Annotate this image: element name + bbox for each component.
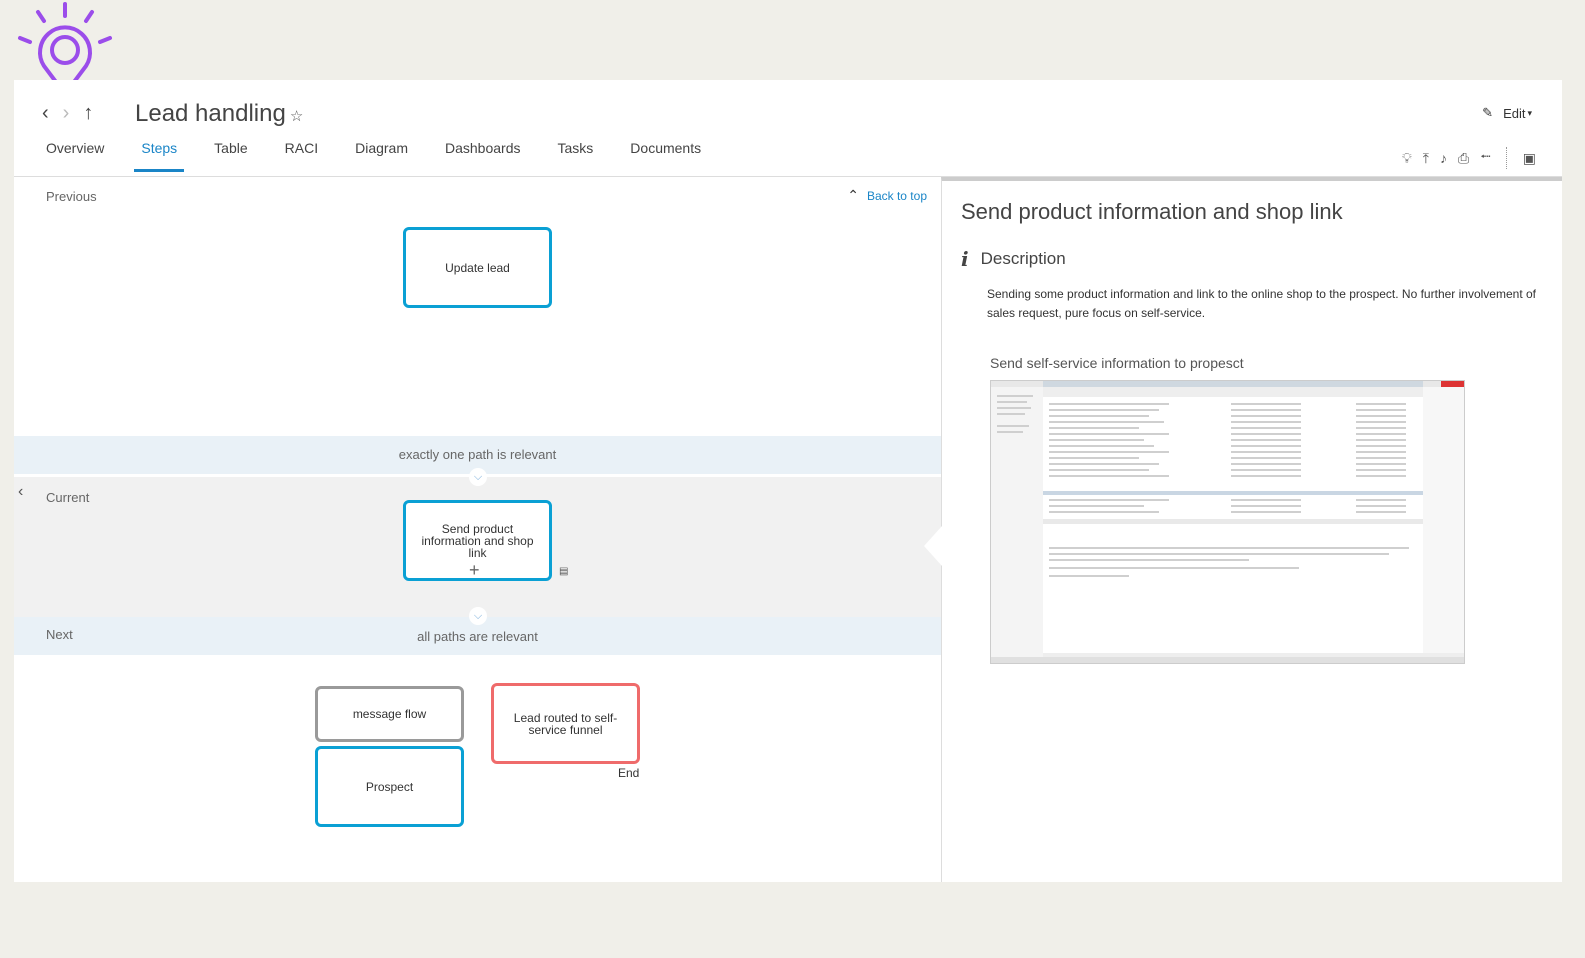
toolbar: 💡︎ ⤒ ♪ ⎙ ⭪ ▣	[1402, 146, 1536, 170]
chevron-up-icon: ⌃	[847, 187, 859, 203]
page-title-text: Lead handling	[135, 100, 286, 127]
collapse-left-icon[interactable]: ‹	[18, 483, 23, 501]
step-details-panel: Send product information and shop link i…	[924, 177, 1562, 882]
tab-table[interactable]: Table	[214, 140, 247, 172]
tab-dashboards[interactable]: Dashboards	[445, 140, 521, 172]
steps-panel: Previous ⌃ Back to top Update lead exactl…	[14, 177, 941, 882]
previous-step-label: Update lead	[445, 260, 510, 275]
edit-menu[interactable]: ✎ Edit ▾	[1482, 105, 1532, 121]
lightbulb-icon[interactable]: 💡︎	[1402, 150, 1412, 167]
detail-title: Send product information and shop link	[961, 199, 1343, 224]
history-navigation: ‹ › ↑	[42, 102, 93, 125]
end-event-box[interactable]: Lead routed to self-service funnel	[491, 683, 640, 764]
prospect-label: Prospect	[365, 779, 414, 794]
previous-step-box[interactable]: Update lead	[403, 227, 552, 308]
end-event-label: Lead routed to self-service funnel	[513, 710, 618, 737]
tab-overview[interactable]: Overview	[46, 140, 104, 172]
upload-icon[interactable]: ⤒	[1423, 150, 1429, 167]
description-text: Sending some product information and lin…	[987, 287, 1536, 320]
info-icon: i	[961, 247, 969, 271]
previous-label: Previous	[46, 189, 97, 204]
tab-bar: Overview Steps Table RACI Diagram Dashboards T…	[46, 140, 738, 172]
share-icon[interactable]: ⭪	[1480, 146, 1491, 170]
current-label: Current	[46, 490, 90, 505]
description-heading: i Description	[961, 247, 1066, 271]
process-app: ‹ › ↑ Lead handling ☆ ✎ Edit ▾ Overview Ste…	[14, 80, 1562, 882]
gateway-1-text: exactly one path is relevant	[398, 447, 557, 462]
add-step-icon[interactable]: +	[469, 560, 480, 581]
favorite-star-icon[interactable]: ☆	[290, 108, 303, 125]
tab-tasks[interactable]: Tasks	[558, 140, 594, 172]
up-arrow-icon[interactable]: ↑	[83, 102, 93, 125]
screenshot-thumbnail	[991, 381, 1464, 663]
notification-bell-icon[interactable]: ♪	[1440, 150, 1447, 166]
current-step-label: Send product information and shop link	[421, 521, 534, 560]
tab-raci[interactable]: RACI	[285, 140, 318, 172]
forward-arrow-icon[interactable]: ›	[63, 102, 70, 125]
chevron-down-icon[interactable]: ⌵	[469, 468, 487, 486]
attachment-title: Send self-service information to propesc…	[990, 355, 1244, 371]
attachment-screenshot[interactable]	[990, 380, 1465, 664]
comments-icon[interactable]: ▣	[1523, 150, 1536, 167]
description-heading-label: Description	[980, 249, 1066, 268]
attachment-icon[interactable]: ▤	[559, 566, 568, 577]
edit-label: Edit	[1503, 105, 1526, 121]
pencil-icon: ✎	[1482, 105, 1494, 120]
back-to-top-label: Back to top	[866, 189, 927, 203]
page-title: Lead handling ☆	[135, 100, 303, 128]
back-to-top-link[interactable]: ⌃ Back to top	[847, 187, 927, 204]
toolbar-divider	[1505, 147, 1508, 169]
prospect-box[interactable]: Prospect	[315, 746, 464, 827]
tab-steps[interactable]: Steps	[134, 140, 185, 172]
chevron-down-icon[interactable]: ⌵	[469, 607, 487, 625]
message-flow-label: message flow	[352, 707, 427, 721]
end-label: End	[618, 766, 640, 780]
caret-down-icon: ▾	[1527, 107, 1532, 118]
back-arrow-icon[interactable]: ‹	[42, 102, 49, 125]
panel-pointer	[924, 526, 942, 566]
gateway-2-text: all paths are relevant	[417, 629, 538, 644]
tab-diagram[interactable]: Diagram	[355, 140, 408, 172]
tab-documents[interactable]: Documents	[630, 140, 701, 172]
message-flow-box[interactable]: message flow	[315, 686, 464, 742]
print-icon[interactable]: ⎙	[1458, 150, 1469, 167]
